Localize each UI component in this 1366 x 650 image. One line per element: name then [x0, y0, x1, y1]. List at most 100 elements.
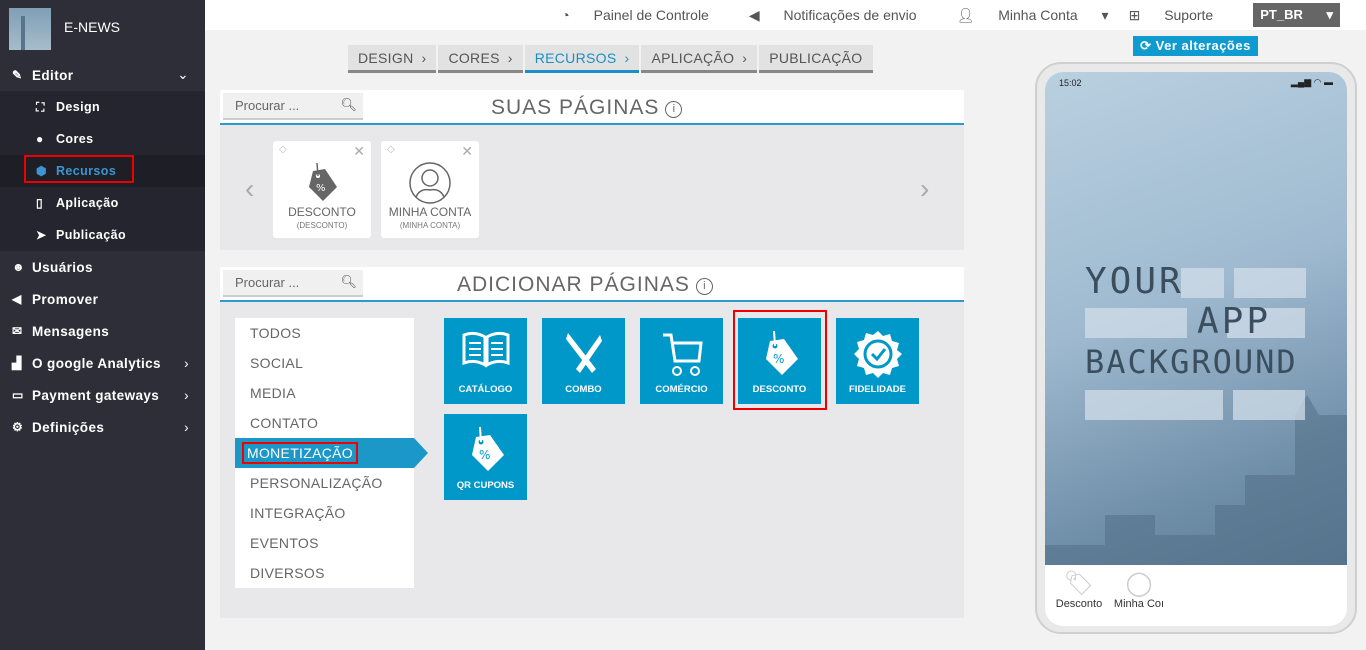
- highlight-box: [24, 155, 134, 183]
- language-select[interactable]: PT_BR ▾: [1253, 3, 1340, 27]
- support-link[interactable]: ⊞ Suporte: [1129, 7, 1234, 24]
- dashboard-link[interactable]: ◔ Painel de Controle: [561, 7, 729, 23]
- cart-icon: [662, 333, 703, 376]
- chevron-right-icon: ›: [184, 387, 189, 403]
- sidebar-item-mensagens[interactable]: ✉ Mensagens: [0, 315, 205, 347]
- category-list: TODOS SOCIAL MEDIA CONTATO MONETIZAÇÃO P…: [235, 318, 428, 588]
- user-icon: 👤︎: [956, 6, 979, 23]
- discount-tag-icon: 🏷︎: [1063, 570, 1095, 597]
- close-icon[interactable]: ✕: [353, 143, 365, 160]
- app-background: 15:02 ▂▄▆ ◠ ▬ YOUR APP BACKGROUND: [1045, 72, 1347, 565]
- notifications-link[interactable]: ◀ Notificações de envio: [749, 7, 937, 24]
- highlight-box: [733, 310, 827, 410]
- user-circle-icon: [409, 162, 451, 204]
- user-circle-icon: ◯: [1125, 570, 1153, 597]
- add-pages-search-input[interactable]: Procurar ... 🔍︎: [223, 270, 363, 297]
- signal-wifi-battery-icon: ▂▄▆ ◠ ▬: [1290, 77, 1333, 87]
- sidebar-item-recursos[interactable]: ⬢ Recursos: [0, 155, 205, 187]
- preview-tab-minha-conta[interactable]: ◯ Minha Coı: [1109, 569, 1169, 610]
- chevron-right-icon: ›: [624, 50, 630, 66]
- sidebar-item-promover[interactable]: ◀ Promover: [0, 283, 205, 315]
- book-icon: [462, 331, 509, 368]
- step-recursos[interactable]: RECURSOS ›: [524, 45, 640, 73]
- page-card-desconto[interactable]: ◇ ✕ % DESCONTO (DESCONTO): [273, 141, 371, 238]
- carousel-next-button[interactable]: ›: [920, 173, 929, 205]
- sidebar-item-usuarios[interactable]: ☻ Usuários: [0, 251, 205, 283]
- sidebar-item-editor[interactable]: ✎ Editor ⌄: [0, 59, 205, 91]
- chevron-right-icon: ›: [507, 50, 513, 66]
- paper-plane-icon: ➤: [36, 228, 47, 242]
- envelope-icon: ✉: [12, 324, 23, 338]
- discount-tag-icon: %: [309, 162, 337, 201]
- crop-icon: ⛶: [36, 99, 45, 114]
- tile-combo[interactable]: COMBO: [542, 318, 625, 404]
- users-icon: ☻: [12, 260, 26, 274]
- sidebar-item-design[interactable]: ⛶ Design: [0, 91, 205, 123]
- refresh-icon: ⟳: [1140, 38, 1156, 53]
- sidebar-item-publicacao[interactable]: ➤ Publicação: [0, 219, 205, 251]
- your-pages-panel: Procurar ... 🔍︎ SUAS PÁGINAS i ‹ › ◇ ✕ % DE…: [220, 90, 964, 250]
- category-eventos[interactable]: EVENTOS: [235, 528, 414, 558]
- tile-catalogo[interactable]: CATÁLOGO: [444, 318, 527, 404]
- sidebar-item-analytics[interactable]: ▟ O google Analytics ›: [0, 347, 205, 379]
- category-personalizacao[interactable]: PERSONALIZAÇÃO: [235, 468, 414, 498]
- sidebar: E-NEWS ✎ Editor ⌄ ⛶ Design ● Cores ⬢ Recursos…: [0, 0, 205, 650]
- step-design[interactable]: DESIGN ›: [348, 45, 437, 73]
- chevron-right-icon: ›: [421, 50, 427, 66]
- your-pages-title: SUAS PÁGINAS i: [491, 96, 683, 120]
- app-logo: [9, 8, 51, 50]
- search-icon: 🔍︎: [340, 97, 357, 112]
- category-media[interactable]: MEDIA: [235, 378, 414, 408]
- category-integracao[interactable]: INTEGRAÇÃO: [235, 498, 414, 528]
- badge-check-icon: [853, 331, 902, 378]
- category-contato[interactable]: CONTATO: [235, 408, 414, 438]
- tile-comercio[interactable]: COMÉRCIO: [640, 318, 723, 404]
- city-skyline: [1045, 395, 1347, 565]
- page-card-minha-conta[interactable]: ◇ ✕ MINHA CONTA (MINHA CONTA): [381, 141, 479, 238]
- category-todos[interactable]: TODOS: [235, 318, 414, 348]
- tile-qr-cupons[interactable]: % QR CUPONS: [444, 414, 527, 500]
- utensils-icon: [565, 333, 602, 373]
- bar-chart-icon: ▟: [12, 356, 22, 370]
- cogs-icon: ⚙: [12, 420, 24, 434]
- svg-text:%: %: [316, 183, 326, 194]
- chevron-right-icon: ›: [184, 355, 189, 371]
- breadcrumb: DESIGN › CORES › RECURSOS › APLICAÇÃO › PUBL…: [348, 45, 875, 73]
- top-bar: ◔ Painel de Controle ◀ Notificações de e…: [205, 0, 1366, 30]
- your-pages-search-input[interactable]: Procurar ... 🔍︎: [223, 93, 363, 120]
- credit-card-icon: ▭: [12, 388, 24, 402]
- bullhorn-icon: ◀: [748, 6, 764, 23]
- add-pages-title: ADICIONAR PÁGINAS i: [457, 273, 713, 297]
- sidebar-item-definicoes[interactable]: ⚙ Definições ›: [0, 411, 205, 443]
- phone-preview: 15:02 ▂▄▆ ◠ ▬ YOUR APP BACKGROUND 🏷︎ Desc…: [1035, 62, 1357, 634]
- view-changes-button[interactable]: ⟳ Ver alterações: [1133, 36, 1258, 56]
- pencil-icon: ✎: [12, 68, 23, 82]
- dashboard-icon: ◔: [561, 7, 574, 23]
- mobile-icon: ▯: [36, 196, 44, 210]
- category-social[interactable]: SOCIAL: [235, 348, 414, 378]
- tile-fidelidade[interactable]: FIDELIDADE: [836, 318, 919, 404]
- sidebar-item-cores[interactable]: ● Cores: [0, 123, 205, 155]
- category-monetizacao[interactable]: MONETIZAÇÃO: [235, 438, 428, 468]
- chevron-down-icon: ⌄: [177, 67, 189, 82]
- step-publicacao[interactable]: PUBLICAÇÃO: [759, 45, 873, 73]
- sidebar-item-payment-gateways[interactable]: ▭ Payment gateways ›: [0, 379, 205, 411]
- search-icon: 🔍︎: [340, 274, 357, 289]
- preview-tab-desconto[interactable]: 🏷︎ Desconto: [1049, 569, 1109, 610]
- svg-text:%: %: [479, 448, 490, 462]
- info-icon[interactable]: i: [695, 278, 713, 295]
- account-menu[interactable]: 👤︎ Minha Conta ▾: [957, 7, 1109, 24]
- drag-handle-icon[interactable]: ◇: [279, 144, 287, 155]
- info-icon[interactable]: i: [665, 101, 683, 118]
- palette-icon: ●: [36, 132, 44, 146]
- carousel-prev-button[interactable]: ‹: [245, 173, 254, 205]
- drag-handle-icon[interactable]: ◇: [387, 144, 395, 155]
- category-diversos[interactable]: DIVERSOS: [235, 558, 414, 588]
- sidebar-item-aplicacao[interactable]: ▯ Aplicação: [0, 187, 205, 219]
- step-aplicacao[interactable]: APLICAÇÃO ›: [641, 45, 758, 73]
- close-icon[interactable]: ✕: [461, 143, 473, 160]
- discount-tag-icon: %: [471, 426, 504, 471]
- app-name: E-NEWS: [64, 19, 120, 35]
- step-cores[interactable]: CORES ›: [438, 45, 523, 73]
- chevron-right-icon: ›: [184, 419, 189, 435]
